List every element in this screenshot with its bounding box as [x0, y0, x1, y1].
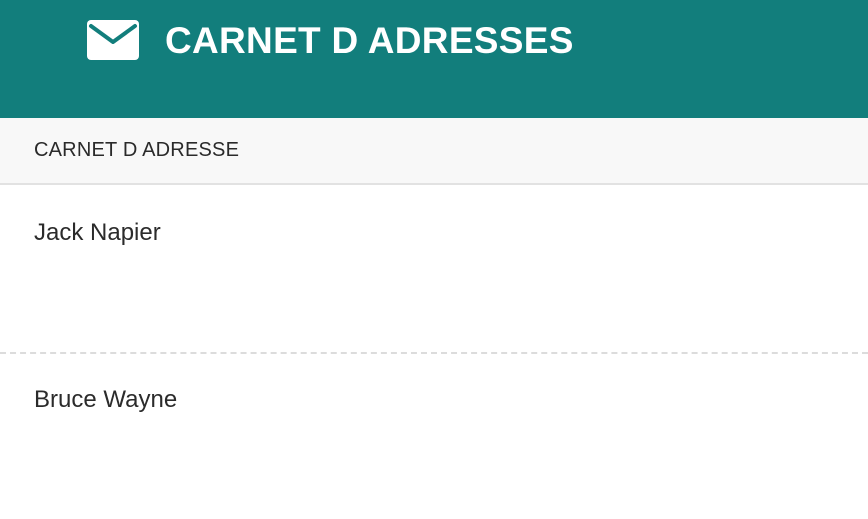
- section-title: CARNET D ADRESSE: [34, 139, 240, 161]
- app-header: CARNET D ADRESSES: [0, 0, 868, 118]
- contact-item-bruce-wayne[interactable]: Bruce Wayne: [0, 352, 868, 519]
- contact-name: Bruce Wayne: [34, 386, 178, 413]
- contact-list: Jack Napier Bruce Wayne: [0, 185, 868, 519]
- contact-item-jack-napier[interactable]: Jack Napier: [0, 185, 868, 352]
- envelope-icon: [87, 20, 139, 60]
- section-header: CARNET D ADRESSE: [0, 118, 868, 185]
- contact-name: Jack Napier: [34, 219, 161, 246]
- app-title: CARNET D ADRESSES: [165, 19, 574, 61]
